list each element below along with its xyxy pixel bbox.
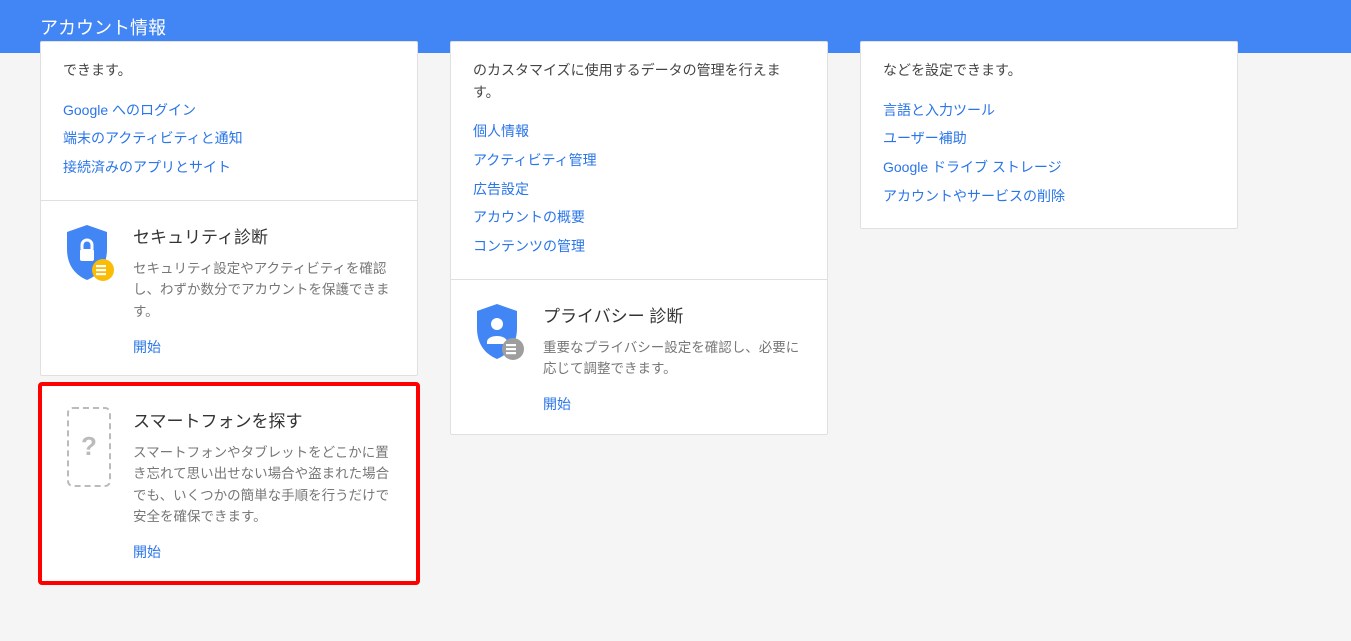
security-check-title: セキュリティ診断 <box>133 223 395 248</box>
privacy-check-start[interactable]: 開始 <box>543 396 571 412</box>
card-privacy-links: のカスタマイズに使用するデータの管理を行えます。 個人情報 アクティビティ管理 … <box>450 41 828 435</box>
shield-lock-icon <box>63 223 115 357</box>
card-find-phone: ? スマートフォンを探す スマートフォンやタブレットをどこかに置き忘れて思い出せ… <box>40 384 418 583</box>
link-account-overview[interactable]: アカウントの概要 <box>473 203 805 232</box>
link-accessibility[interactable]: ユーザー補助 <box>883 124 1215 153</box>
column-personal-privacy: のカスタマイズに使用するデータの管理を行えます。 個人情報 アクティビティ管理 … <box>450 41 828 591</box>
card-desc-tail: できます。 <box>63 60 395 82</box>
find-phone-title: スマートフォンを探す <box>133 407 395 432</box>
link-ads-settings[interactable]: 広告設定 <box>473 175 805 204</box>
card-security-links: できます。 Google へのログイン 端末のアクティビティと通知 接続済みのア… <box>40 41 418 376</box>
question-glyph: ? <box>81 431 97 462</box>
feature-find-phone: ? スマートフォンを探す スマートフォンやタブレットをどこかに置き忘れて思い出せ… <box>41 385 417 582</box>
link-activity-controls[interactable]: アクティビティ管理 <box>473 146 805 175</box>
find-phone-desc: スマートフォンやタブレットをどこかに置き忘れて思い出せない場合や盗まれた場合でも… <box>133 442 395 528</box>
main-content: できます。 Google へのログイン 端末のアクティビティと通知 接続済みのア… <box>0 41 1351 591</box>
link-drive-storage[interactable]: Google ドライブ ストレージ <box>883 153 1215 182</box>
privacy-check-title: プライバシー 診断 <box>543 302 805 327</box>
feature-privacy-check: プライバシー 診断 重要なプライバシー設定を確認し、必要に応じて調整できます。 … <box>451 280 827 434</box>
card-desc-tail: のカスタマイズに使用するデータの管理を行えます。 <box>473 60 805 103</box>
security-check-start[interactable]: 開始 <box>133 339 161 355</box>
column-signin-security: できます。 Google へのログイン 端末のアクティビティと通知 接続済みのア… <box>40 41 418 591</box>
link-content-controls[interactable]: コンテンツの管理 <box>473 232 805 261</box>
link-google-login[interactable]: Google へのログイン <box>63 96 395 125</box>
link-language-input[interactable]: 言語と入力ツール <box>883 96 1215 125</box>
link-device-activity[interactable]: 端末のアクティビティと通知 <box>63 124 395 153</box>
phone-question-icon: ? <box>63 407 115 562</box>
feature-security-check: セキュリティ診断 セキュリティ設定やアクティビティを確認し、わずか数分でアカウン… <box>41 201 417 375</box>
link-connected-apps[interactable]: 接続済みのアプリとサイト <box>63 153 395 182</box>
privacy-check-desc: 重要なプライバシー設定を確認し、必要に応じて調整できます。 <box>543 337 805 380</box>
shield-person-icon <box>473 302 525 414</box>
link-delete-account[interactable]: アカウントやサービスの削除 <box>883 182 1215 211</box>
find-phone-start[interactable]: 開始 <box>133 544 161 560</box>
column-account-prefs: などを設定できます。 言語と入力ツール ユーザー補助 Google ドライブ ス… <box>860 41 1238 591</box>
link-personal-info[interactable]: 個人情報 <box>473 117 805 146</box>
page-title: アカウント情報 <box>40 14 166 40</box>
card-desc-tail: などを設定できます。 <box>883 60 1215 82</box>
card-prefs-links: などを設定できます。 言語と入力ツール ユーザー補助 Google ドライブ ス… <box>860 41 1238 229</box>
security-check-desc: セキュリティ設定やアクティビティを確認し、わずか数分でアカウントを保護できます。 <box>133 258 395 323</box>
